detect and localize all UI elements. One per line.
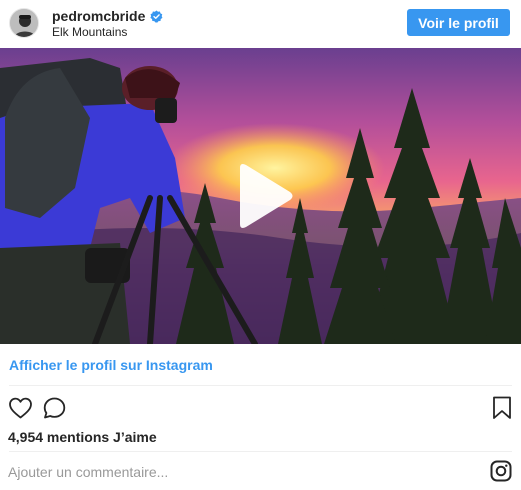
comment-icon[interactable]: [42, 396, 67, 420]
location-label[interactable]: Elk Mountains: [52, 25, 127, 39]
divider: [9, 451, 512, 452]
comment-input[interactable]: [8, 462, 438, 482]
view-profile-instagram-link[interactable]: Afficher le profil sur Instagram: [9, 357, 213, 373]
heart-icon[interactable]: [8, 396, 33, 420]
play-icon[interactable]: [226, 160, 298, 232]
post-header: pedromcbride Elk Mountains Voir le profi…: [0, 0, 521, 48]
instagram-icon[interactable]: [490, 460, 512, 482]
post-actions: [0, 394, 521, 422]
bookmark-icon[interactable]: [492, 396, 512, 420]
avatar[interactable]: [9, 8, 39, 38]
post-video[interactable]: [0, 48, 521, 344]
avatar-image: [10, 9, 38, 37]
likes-count[interactable]: 4,954 mentions J’aime: [8, 429, 157, 445]
username-row: pedromcbride: [52, 8, 163, 24]
view-profile-button[interactable]: Voir le profil: [407, 9, 510, 36]
verified-badge-icon: [150, 9, 163, 23]
username[interactable]: pedromcbride: [52, 8, 145, 24]
divider: [9, 385, 512, 386]
